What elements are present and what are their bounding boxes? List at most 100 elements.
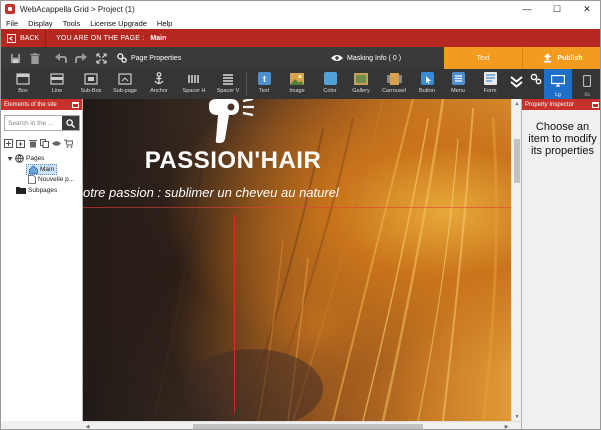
line-icon xyxy=(50,72,65,85)
elements-panel: Elements of the site Pages xyxy=(1,99,83,421)
publish-label: Publish xyxy=(557,54,583,62)
redo-icon[interactable] xyxy=(71,47,91,69)
canvas-vertical-scrollbar[interactable]: ▲ ▼ xyxy=(511,99,521,421)
property-inspector-panel: Property Inspector Choose an item to mod… xyxy=(521,99,600,429)
left-panel-footer xyxy=(1,421,83,429)
component-spacer-v[interactable]: Spacer V xyxy=(211,69,245,99)
anchor-icon xyxy=(152,72,167,85)
app-window: WebAcappella Grid > Project (1) — ☐ ✕ Fi… xyxy=(0,0,601,430)
component-form[interactable]: Form xyxy=(473,69,507,99)
menu-bar: File Display Tools License Upgrade Help xyxy=(1,17,600,29)
settings-button[interactable] xyxy=(527,69,545,99)
vertical-scroll-thumb[interactable] xyxy=(514,139,520,183)
page-properties-button[interactable]: Page Properties xyxy=(117,53,181,63)
menu-file[interactable]: File xyxy=(1,19,23,28)
maximize-button[interactable]: ☐ xyxy=(542,1,572,17)
component-sub-box[interactable]: Sub-Box xyxy=(74,69,108,99)
elements-panel-header: Elements of the site xyxy=(1,99,82,110)
back-button[interactable]: BACK xyxy=(1,29,47,47)
tree-toolbar xyxy=(4,137,80,149)
minimize-button[interactable]: — xyxy=(512,1,542,17)
publish-button[interactable]: Publish xyxy=(522,47,600,69)
component-form-label: Form xyxy=(483,88,497,94)
tree-node-subpages[interactable]: Subpages xyxy=(16,186,57,194)
window-title: WebAcappella Grid > Project (1) xyxy=(20,4,135,14)
masking-info-button[interactable]: Masking Info ( 0 ) xyxy=(331,47,401,69)
delete-icon[interactable] xyxy=(25,47,45,69)
resize-icon[interactable] xyxy=(91,47,111,69)
component-color[interactable]: Color xyxy=(313,69,347,99)
device-xs-button[interactable]: Xs xyxy=(572,69,600,99)
page-canvas[interactable]: PASSION'HAIR otre passion : sublimer un … xyxy=(83,99,511,421)
shop-icon[interactable] xyxy=(64,139,73,148)
component-button-label: Button xyxy=(419,88,435,94)
menu-help[interactable]: Help xyxy=(152,19,177,28)
window-controls: — ☐ ✕ xyxy=(512,1,600,17)
component-line-label: Line xyxy=(51,88,63,94)
box-icon xyxy=(16,72,31,85)
hide-icon[interactable] xyxy=(52,139,61,148)
site-tagline[interactable]: otre passion : sublimer un cheveu au nat… xyxy=(83,185,413,200)
property-inspector-title: Property Inspector xyxy=(525,101,575,108)
canvas-horizontal-scrollbar[interactable]: ◀ ▶ xyxy=(83,421,521,430)
menu-license-upgrade[interactable]: License Upgrade xyxy=(85,19,152,28)
tree-node-main[interactable]: Main xyxy=(26,164,58,175)
tree-label-nouvelle-page: Nouvelle p... xyxy=(38,176,75,183)
panel-detach-icon[interactable] xyxy=(72,101,79,108)
component-line[interactable]: Line xyxy=(40,69,74,99)
eye-icon xyxy=(331,55,343,61)
component-text[interactable]: t Text xyxy=(247,69,281,99)
text-tab[interactable]: Text xyxy=(444,47,522,69)
scroll-right-icon[interactable]: ▶ xyxy=(502,422,511,430)
vertical-guide-line[interactable] xyxy=(234,213,235,413)
menu-display[interactable]: Display xyxy=(23,19,58,28)
component-sub-page[interactable]: Sub-page xyxy=(108,69,142,99)
spacer-v-icon xyxy=(221,72,236,85)
component-gallery[interactable]: Gallery xyxy=(344,69,378,99)
component-color-label: Color xyxy=(323,88,337,94)
search-input[interactable] xyxy=(5,116,62,130)
component-button[interactable]: Button xyxy=(410,69,444,99)
home-page-icon xyxy=(29,165,38,174)
device-xs-label: Xs xyxy=(584,92,590,98)
component-carrousel[interactable]: Carrousel xyxy=(377,69,411,99)
title-bar: WebAcappella Grid > Project (1) — ☐ ✕ xyxy=(1,1,600,17)
site-brand-title[interactable]: PASSION'HAIR xyxy=(83,147,383,175)
menu-tools[interactable]: Tools xyxy=(58,19,86,28)
tree-label-main: Main xyxy=(40,166,55,173)
components-toolbar: Box Line Sub-Box Sub-page Anchor Spacer … xyxy=(1,69,600,99)
search-box xyxy=(4,115,80,131)
button-icon xyxy=(420,72,435,85)
search-icon xyxy=(66,118,75,128)
scroll-left-icon[interactable]: ◀ xyxy=(83,422,92,430)
spacer-h-icon xyxy=(187,72,202,85)
add-page-icon[interactable] xyxy=(4,138,13,148)
save-icon[interactable] xyxy=(5,47,25,69)
page-location-bar: BACK YOU ARE ON THE PAGE : Main xyxy=(1,29,600,47)
add-subpage-icon[interactable] xyxy=(16,139,25,148)
folder-icon xyxy=(16,186,26,194)
tree-node-pages[interactable]: Pages xyxy=(7,154,44,163)
text-tab-label: Text xyxy=(476,54,490,62)
horizontal-scroll-thumb[interactable] xyxy=(193,424,423,429)
tree-node-nouvelle-page[interactable]: Nouvelle p... xyxy=(28,175,74,184)
component-image[interactable]: Image xyxy=(280,69,314,99)
component-anchor[interactable]: Anchor xyxy=(142,69,176,99)
component-box[interactable]: Box xyxy=(6,69,40,99)
current-page-name: Main xyxy=(150,34,167,42)
more-components-button[interactable] xyxy=(504,69,528,99)
component-spacer-v-label: Spacer V xyxy=(216,88,240,94)
collapse-icon[interactable] xyxy=(7,156,13,162)
component-menu-label: Menu xyxy=(451,88,465,94)
panel-detach-icon[interactable] xyxy=(592,101,599,108)
component-menu[interactable]: Menu xyxy=(441,69,475,99)
tree-label-pages: Pages xyxy=(26,155,45,162)
device-lg-button[interactable]: Lg xyxy=(544,69,572,99)
close-button[interactable]: ✕ xyxy=(572,1,600,17)
delete-page-icon[interactable] xyxy=(28,139,37,148)
component-spacer-h[interactable]: Spacer H xyxy=(177,69,211,99)
app-logo-icon xyxy=(5,4,15,14)
duplicate-icon[interactable] xyxy=(40,138,49,148)
undo-icon[interactable] xyxy=(51,47,71,69)
search-button[interactable] xyxy=(62,116,79,130)
